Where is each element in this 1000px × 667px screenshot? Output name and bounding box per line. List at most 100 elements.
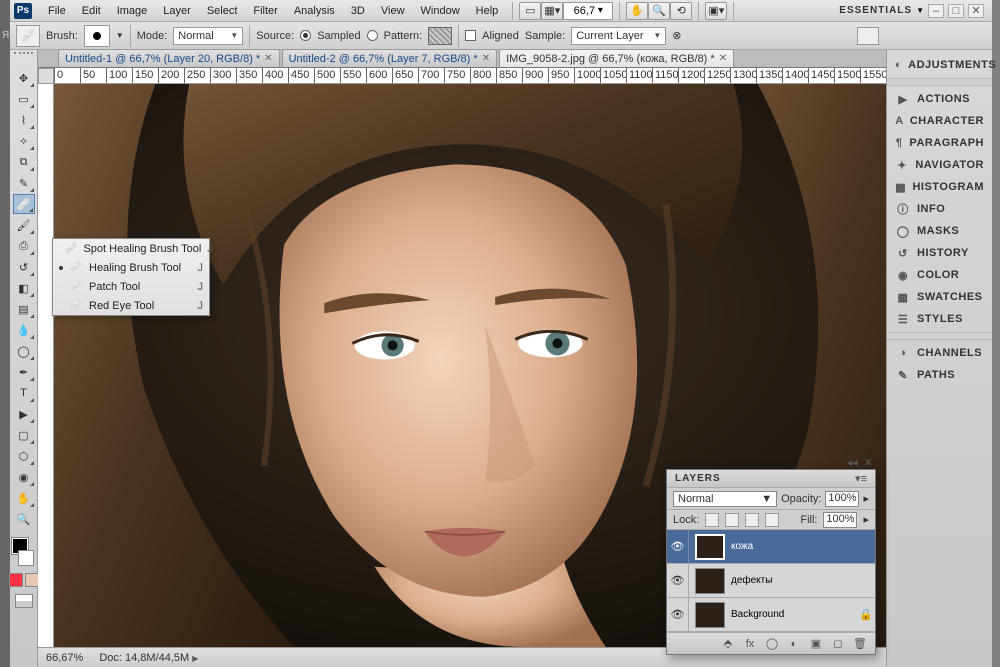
opacity-field[interactable]: 100% (825, 491, 859, 507)
panel-navigator[interactable]: ✦NAVIGATOR (887, 154, 992, 176)
zoom-tool-icon[interactable]: 🔍 (648, 2, 670, 20)
history-brush-tool[interactable]: ↺ (13, 257, 35, 277)
visibility-icon[interactable]: 👁 (667, 530, 689, 563)
swatch-2[interactable] (25, 573, 39, 587)
clone-stamp-tool[interactable]: ⎙ (13, 236, 35, 256)
tab-close-icon[interactable]: ✕ (264, 53, 272, 64)
blend-mode-dropdown[interactable]: Normal▼ (173, 27, 243, 45)
menu-select[interactable]: Select (199, 0, 246, 21)
screen-mode-icon[interactable]: ▣▾ (705, 2, 727, 20)
panel-color[interactable]: ◉COLOR (887, 264, 992, 286)
document-tab[interactable]: Untitled-1 @ 66,7% (Layer 20, RGB/8) *✕ (58, 49, 280, 67)
menu-analysis[interactable]: Analysis (286, 0, 343, 21)
layer-thumbnail[interactable] (695, 568, 725, 594)
aligned-checkbox[interactable] (465, 30, 476, 41)
fill-chevron-icon[interactable]: ▸ (863, 513, 869, 526)
workspace-label[interactable]: ESSENTIALS (839, 5, 912, 16)
magic-wand-tool[interactable]: ✧ (13, 131, 35, 151)
sample-dropdown[interactable]: Current Layer▼ (571, 27, 666, 45)
flyout-item[interactable]: 🩹Spot Healing Brush ToolJ (53, 239, 209, 258)
panel-character[interactable]: ACHARACTER (887, 110, 992, 132)
visibility-icon[interactable]: 👁 (667, 564, 689, 597)
color-swatches[interactable] (12, 538, 36, 566)
zoom-tool[interactable]: 🔍 (13, 509, 35, 529)
fill-field[interactable]: 100% (823, 512, 857, 528)
pen-tool[interactable]: ✒ (13, 362, 35, 382)
brush-dropdown-icon[interactable]: ▼ (116, 31, 124, 40)
layer-row[interactable]: 👁 дефекты (667, 564, 875, 598)
visibility-icon[interactable]: 👁 (667, 598, 689, 631)
layer-mask-icon[interactable]: ◯ (765, 637, 779, 651)
menu-3d[interactable]: 3D (343, 0, 373, 21)
quick-mask-toggle[interactable] (15, 594, 33, 608)
status-zoom[interactable]: 66,67% (46, 652, 83, 664)
menu-layer[interactable]: Layer (155, 0, 199, 21)
panel-histogram[interactable]: ▩HISTOGRAM (887, 176, 992, 198)
blend-mode-select[interactable]: Normal▼ (673, 491, 777, 507)
layer-fx-icon[interactable]: fx (743, 637, 757, 651)
panel-paragraph[interactable]: ¶PARAGRAPH (887, 132, 992, 154)
menu-help[interactable]: Help (468, 0, 507, 21)
3d-camera-tool[interactable]: ◉ (13, 467, 35, 487)
menu-view[interactable]: View (373, 0, 413, 21)
rotate-view-icon[interactable]: ⟲ (670, 2, 692, 20)
eyedropper-tool[interactable]: ✎ (13, 173, 35, 193)
gradient-tool[interactable]: ▤ (13, 299, 35, 319)
clone-source-icon[interactable] (857, 27, 879, 45)
launch-bridge-icon[interactable]: ▭ (519, 2, 541, 20)
layer-name[interactable]: кожа (731, 541, 875, 552)
toolbox-grip[interactable] (14, 52, 33, 56)
menu-window[interactable]: Window (413, 0, 468, 21)
hand-tool[interactable]: ✋ (13, 488, 35, 508)
pattern-swatch[interactable] (428, 27, 452, 45)
lock-transparency-icon[interactable] (705, 513, 719, 527)
lasso-tool[interactable]: ⌇ (13, 110, 35, 130)
close-button[interactable]: ✕ (968, 4, 984, 18)
type-tool[interactable]: T (13, 383, 35, 403)
panel-paths[interactable]: ✎PATHS (887, 364, 992, 386)
hand-tool-icon[interactable]: ✋ (626, 2, 648, 20)
document-tab[interactable]: IMG_9058-2.jpg @ 66,7% (кожа, RGB/8) *✕ (499, 49, 734, 67)
layer-row[interactable]: 👁Background🔒 (667, 598, 875, 632)
panel-actions[interactable]: ▶ACTIONS (887, 88, 992, 110)
flyout-item[interactable]: 🩹Patch ToolJ (53, 277, 209, 296)
marquee-tool[interactable]: ▭ (13, 89, 35, 109)
brush-preset-picker[interactable] (84, 25, 110, 47)
dodge-tool[interactable]: ◯ (13, 341, 35, 361)
layer-thumbnail[interactable] (695, 534, 725, 560)
delete-layer-icon[interactable]: 🗑 (853, 637, 867, 651)
status-doc[interactable]: Doc: 14,8M/44,5M ▶ (99, 652, 198, 664)
path-selection-tool[interactable]: ▶ (13, 404, 35, 424)
panel-channels[interactable]: ◑CHANNELS (887, 342, 992, 364)
lock-pixels-icon[interactable] (725, 513, 739, 527)
layer-name[interactable]: дефекты (731, 575, 875, 586)
zoom-level-field[interactable]: 66,7 ▾ (563, 2, 613, 20)
healing-brush-tool[interactable]: 🩹 (13, 194, 35, 214)
eraser-tool[interactable]: ◧ (13, 278, 35, 298)
maximize-button[interactable]: □ (948, 4, 964, 18)
blur-tool[interactable]: 💧 (13, 320, 35, 340)
lock-position-icon[interactable] (745, 513, 759, 527)
lock-all-icon[interactable] (765, 513, 779, 527)
ruler-origin[interactable] (38, 68, 54, 84)
panel-adjustments[interactable]: ◐ADJUSTMENTS (887, 54, 992, 76)
menu-image[interactable]: Image (109, 0, 156, 21)
flyout-item[interactable]: 🩹Healing Brush ToolJ (53, 258, 209, 277)
workspace-chevron-icon[interactable]: ▼ (916, 6, 924, 15)
layers-panel-controls[interactable]: ◂◂✕ (847, 456, 873, 469)
swatch-1[interactable] (9, 573, 23, 587)
move-tool[interactable]: ✥ (13, 68, 35, 88)
tab-close-icon[interactable]: ✕ (719, 53, 727, 64)
ignore-adjustment-icon[interactable]: ⊗ (672, 29, 681, 42)
background-color[interactable] (18, 550, 34, 566)
panel-masks[interactable]: ◯MASKS (887, 220, 992, 242)
current-tool-icon[interactable]: 🩹 (16, 25, 40, 47)
menu-filter[interactable]: Filter (245, 0, 285, 21)
panel-info[interactable]: ⓘINFO (887, 198, 992, 220)
flyout-item[interactable]: 🩹Red Eye ToolJ (53, 296, 209, 315)
brush-tool[interactable]: 🖌 (13, 215, 35, 235)
tab-close-icon[interactable]: ✕ (482, 53, 490, 64)
panel-history[interactable]: ↺HISTORY (887, 242, 992, 264)
layer-name[interactable]: Background (731, 609, 859, 620)
source-pattern-radio[interactable] (367, 30, 378, 41)
